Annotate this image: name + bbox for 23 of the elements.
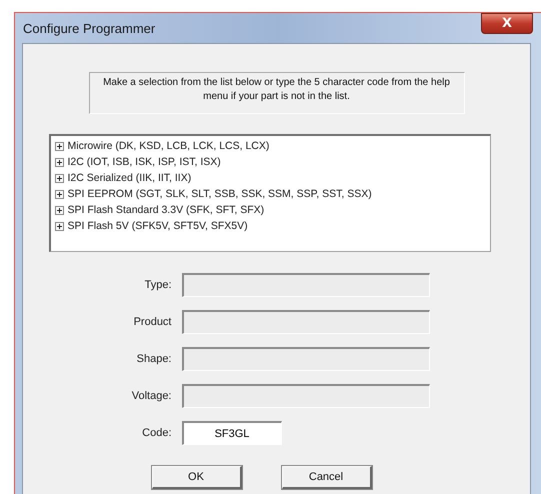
tree-item[interactable]: I2C (IOT, ISB, ISK, ISP, IST, ISX) xyxy=(68,156,221,168)
instructions-text: Make a selection from the list below or type the 5 character code from the help menu if your part is not in the list. xyxy=(88,72,464,114)
tree-item[interactable]: I2C Serialized (IIK, IIT, IIX) xyxy=(68,172,192,184)
tree-item[interactable]: SPI EEPROM (SGT, SLK, SLT, SSB, SSK, SSM, SSP, SST, SSX) xyxy=(68,188,372,200)
close-button[interactable]: X xyxy=(481,12,533,34)
tree-item[interactable]: SPI Flash 5V (SFK5V, SFT5V, SFX5V) xyxy=(68,220,248,232)
expand-icon[interactable] xyxy=(54,190,64,198)
field-label: Shape: xyxy=(136,353,172,365)
window-title: Configure Programmer xyxy=(23,20,156,36)
expand-icon[interactable] xyxy=(54,158,64,166)
field-label: Type: xyxy=(144,279,172,291)
field-label: Code: xyxy=(141,427,172,439)
field-label: Voltage: xyxy=(130,390,172,402)
field-label: Product xyxy=(132,316,172,328)
expand-icon[interactable] xyxy=(54,174,64,182)
tree-item[interactable]: Microwire (DK, KSD, LCB, LCK, LCS, LCX) xyxy=(68,140,270,152)
expand-icon[interactable] xyxy=(54,142,64,150)
input-field[interactable]: SF3GL xyxy=(182,421,282,445)
dialog-button[interactable]: Cancel xyxy=(282,466,372,489)
tree-item[interactable]: SPI Flash Standard 3.3V (SFK, SFT, SFX) xyxy=(68,204,264,216)
dialog-button[interactable]: OK xyxy=(152,466,242,489)
expand-icon[interactable] xyxy=(54,222,64,230)
expand-icon[interactable] xyxy=(54,206,64,214)
